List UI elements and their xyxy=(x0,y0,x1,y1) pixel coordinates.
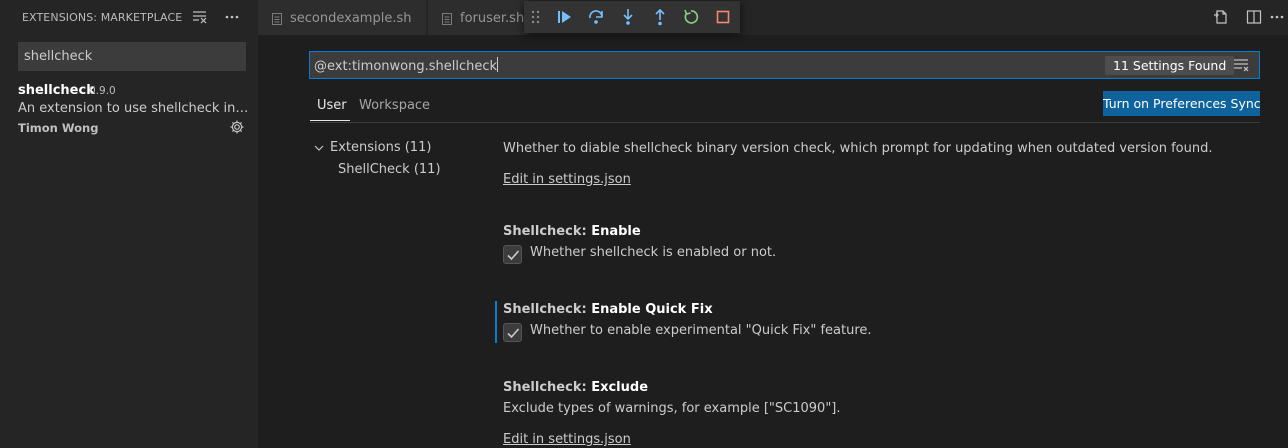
settings-search-input[interactable]: @ext:timonwong.shellcheck 11 Settings Fo… xyxy=(309,51,1260,79)
exclude-description: Exclude types of warnings, for example [… xyxy=(503,401,841,416)
chevron-down-icon[interactable] xyxy=(312,141,326,155)
clear-filter-icon[interactable] xyxy=(1233,58,1249,72)
step-out-icon[interactable] xyxy=(650,7,670,27)
more-actions-icon[interactable] xyxy=(223,8,243,28)
extensions-search-input[interactable] xyxy=(18,42,246,71)
extension-description: An extension to use shellcheck in vscode xyxy=(18,101,250,116)
setting-title-exclude: Shellcheck: Exclude xyxy=(503,380,649,395)
more-actions-icon[interactable] xyxy=(1269,8,1287,26)
settings-search-query: @ext:timonwong.shellcheck xyxy=(314,57,499,74)
extensions-sidebar: EXTENSIONS: MARKETPLACE shellcheck 0.9.0… xyxy=(0,0,258,448)
file-icon xyxy=(442,13,452,25)
enable-checkbox-label: Whether shellcheck is enabled or not. xyxy=(530,245,777,260)
clear-extensions-search-icon[interactable] xyxy=(191,8,211,28)
restart-icon[interactable] xyxy=(681,7,701,27)
stop-icon[interactable] xyxy=(713,7,733,27)
tab-user[interactable]: User xyxy=(317,98,347,113)
enable-quick-fix-checkbox-label: Whether to enable experimental "Quick Fi… xyxy=(530,323,872,338)
file-icon xyxy=(272,13,282,25)
tab-workspace[interactable]: Workspace xyxy=(359,98,430,113)
sidebar-title: EXTENSIONS: MARKETPLACE xyxy=(22,11,183,24)
setting-title-enable: Shellcheck: Enable xyxy=(503,224,641,239)
drag-handle-icon[interactable] xyxy=(530,7,542,27)
tab-foruser[interactable]: foruser.sh xyxy=(428,0,528,35)
tab-label: foruser.sh xyxy=(460,11,525,26)
step-over-icon[interactable] xyxy=(586,7,606,27)
active-tab-indicator xyxy=(310,120,350,121)
enable-checkbox[interactable] xyxy=(503,245,522,264)
settings-count-badge: 11 Settings Found xyxy=(1105,56,1235,75)
manage-gear-icon[interactable] xyxy=(229,119,245,135)
edit-in-settings-json-link[interactable]: Edit in settings.json xyxy=(503,432,631,447)
tab-label: secondexample.sh xyxy=(290,11,412,26)
focused-setting-indicator xyxy=(495,301,497,343)
setting-description: Whether to diable shellcheck binary vers… xyxy=(503,141,1213,156)
extension-list-item[interactable]: shellcheck 0.9.0 An extension to use she… xyxy=(0,80,258,140)
setting-title-enable-quick-fix: Shellcheck: Enable Quick Fix xyxy=(503,302,713,317)
toc-item-shellcheck[interactable]: ShellCheck (11) xyxy=(338,162,441,177)
edit-in-settings-json-link[interactable]: Edit in settings.json xyxy=(503,172,631,187)
toc-item-extensions[interactable]: Extensions (11) xyxy=(330,140,431,155)
debug-toolbar xyxy=(524,1,740,33)
split-editor-icon[interactable] xyxy=(1245,8,1263,26)
continue-icon[interactable] xyxy=(555,7,575,27)
tab-secondexample[interactable]: secondexample.sh xyxy=(258,0,426,35)
editor-tab-bar: secondexample.sh foruser.sh xyxy=(258,0,1288,35)
extension-version: 0.9.0 xyxy=(89,85,116,97)
extension-author: Timon Wong xyxy=(18,121,99,135)
turn-on-sync-button[interactable]: Turn on Preferences Sync xyxy=(1103,91,1261,116)
extension-name: shellcheck xyxy=(18,83,95,98)
open-settings-json-icon[interactable] xyxy=(1212,8,1230,26)
settings-divider xyxy=(310,122,1260,123)
enable-quick-fix-checkbox[interactable] xyxy=(503,323,522,342)
sidebar-header: EXTENSIONS: MARKETPLACE xyxy=(0,0,258,35)
step-into-icon[interactable] xyxy=(618,7,638,27)
